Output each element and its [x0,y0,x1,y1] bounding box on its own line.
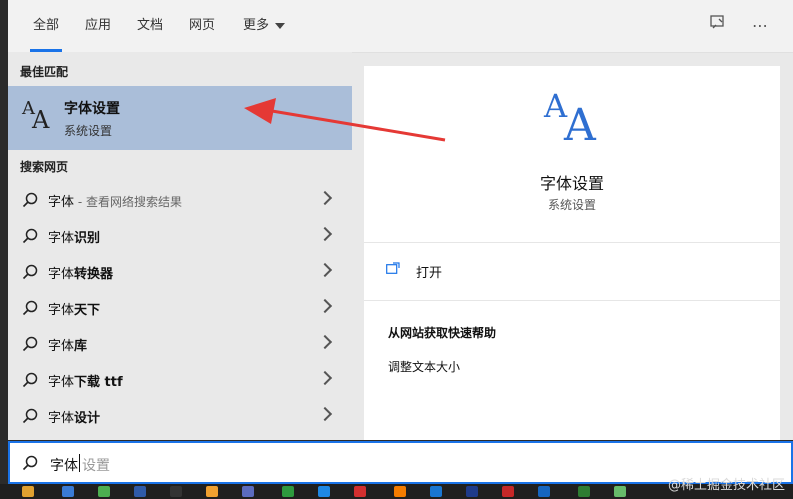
search-icon [22,336,38,352]
detail-title: 字体设置 [539,174,604,193]
tab-documents[interactable]: 文档 [132,0,168,52]
search-input[interactable]: 字体 [50,455,78,475]
app-icon[interactable] [98,486,110,497]
search-icon [22,300,38,316]
search-icon [22,192,38,208]
help-link-adjust-text-size[interactable]: 调整文本大小 [388,358,460,375]
chrome-icon[interactable] [22,486,34,497]
app-icon[interactable] [430,486,442,497]
tab-more[interactable]: 更多 [236,0,292,52]
quick-help-heading: 从网站获取快速帮助 [388,326,497,340]
detail-subtitle: 系统设置 [547,198,596,212]
tab-apps[interactable]: 应用 [80,0,116,52]
app-icon[interactable] [578,486,590,497]
chevron-down-icon [275,22,285,29]
app-icon[interactable] [170,486,182,497]
feedback-icon[interactable] [706,14,730,38]
result-label: 字体转换器 [48,267,114,282]
result-label: 字体天下 [48,303,101,318]
filter-tab-bar: 全部 应用 文档 网页 更多 ⋯ [8,0,793,53]
divider [364,300,780,301]
web-search-result[interactable]: 字体识别 [8,218,352,254]
divider [364,242,780,243]
tab-all[interactable]: 全部 [26,0,66,52]
open-button[interactable]: 打开 [386,260,546,282]
best-match-heading: 最佳匹配 [20,65,69,79]
app-icon[interactable] [502,486,514,497]
search-icon [22,264,38,280]
web-search-result[interactable]: 字体下载 ttf [8,362,352,398]
start-search-panel: 全部 应用 文档 网页 更多 ⋯ 最佳匹配 AA 字体设置 系统设置 搜索网页 … [8,0,793,440]
app-icon[interactable] [614,486,626,497]
app-icon[interactable] [354,486,366,497]
best-match-title: 字体设置 [64,101,120,117]
tab-web[interactable]: 网页 [184,0,220,52]
app-icon[interactable] [318,486,330,497]
result-label: 字体下载 ttf [48,375,123,390]
app-icon[interactable] [242,486,254,497]
web-search-result[interactable]: 字体库 [8,326,352,362]
chevron-right-icon[interactable] [317,262,333,278]
best-match-subtitle: 系统设置 [64,124,113,138]
best-match-result[interactable]: AA 字体设置 系统设置 [8,86,352,150]
open-icon [386,262,400,274]
result-label: 字体库 [48,339,88,354]
app-icon[interactable] [206,486,218,497]
chevron-right-icon[interactable] [317,298,333,314]
search-icon [22,455,38,471]
watermark: @稀土掘金技术社区 [667,478,785,493]
result-detail-pane: AA 字体设置 系统设置 打开 从网站获取快速帮助 调整文本大小 [364,66,780,440]
search-autocomplete: 设置 [82,458,110,474]
results-list: 最佳匹配 AA 字体设置 系统设置 搜索网页 字体 - 查看网络搜索结果 字体识别… [8,52,352,440]
web-search-result[interactable]: 字体天下 [8,290,352,326]
result-label: 字体 - 查看网络搜索结果 [48,195,182,210]
app-icon[interactable] [538,486,550,497]
web-search-result[interactable]: 字体设计 [8,398,352,434]
chevron-right-icon[interactable] [317,334,333,350]
app-icon[interactable] [466,486,478,497]
chevron-right-icon[interactable] [317,190,333,206]
search-icon [22,408,38,424]
app-icon[interactable] [134,486,146,497]
web-search-result[interactable]: 字体 - 查看网络搜索结果 [8,182,352,218]
search-icon [22,372,38,388]
more-icon[interactable]: ⋯ [748,14,772,38]
search-icon [22,228,38,244]
result-label: 字体识别 [48,231,101,246]
web-search-heading: 搜索网页 [20,160,69,174]
app-icon[interactable] [394,486,406,497]
app-icon[interactable] [282,486,294,497]
chevron-right-icon[interactable] [317,226,333,242]
font-aa-icon: AA [544,87,596,151]
chevron-right-icon[interactable] [317,406,333,422]
result-label: 字体设计 [48,411,101,426]
app-icon[interactable] [62,486,74,497]
chevron-right-icon[interactable] [317,370,333,386]
web-search-result[interactable]: 字体转换器 [8,254,352,290]
text-cursor [79,454,80,472]
